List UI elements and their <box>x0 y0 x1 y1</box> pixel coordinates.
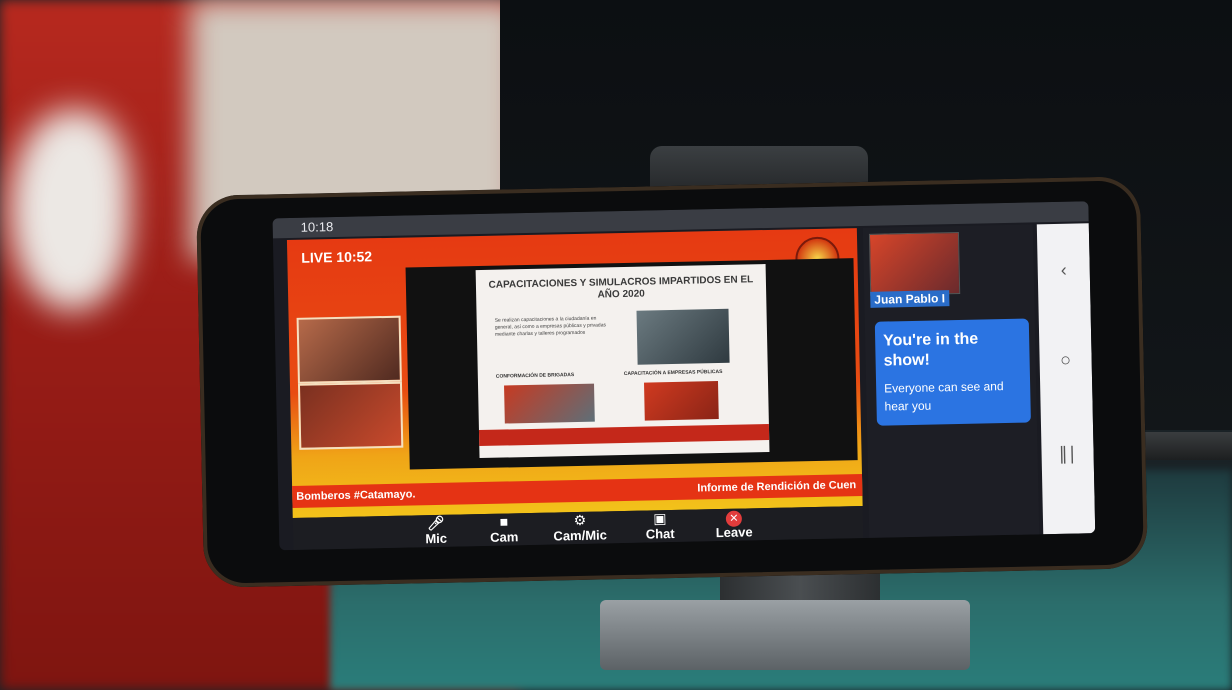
mic-button[interactable]: 🎤︎ Mic <box>405 514 468 547</box>
stream-ticker: Bomberos #Catamayo. Informe de Rendición… <box>292 474 863 508</box>
slide-photo-brigades <box>504 383 595 424</box>
live-badge: LIVE 10:52 <box>301 248 373 266</box>
presentation-slide: CAPACITACIONES Y SIMULACROS IMPARTIDOS E… <box>475 264 770 459</box>
tripod-head <box>600 600 970 670</box>
presenter-video-thumbnail <box>296 315 402 384</box>
on-stage-notification: You're in the show! Everyone can see and… <box>874 318 1031 426</box>
slide-subtitle-right: CAPACITACIÓN A EMPRESAS PÚBLICAS <box>623 368 723 378</box>
slide-title: CAPACITACIONES Y SIMULACROS IMPARTIDOS E… <box>488 274 754 301</box>
slide-photo-companies <box>644 381 719 421</box>
shared-screen: CAPACITACIONES Y SIMULACROS IMPARTIDOS E… <box>405 258 858 470</box>
recents-icon[interactable]: ∥∣ <box>1041 443 1093 465</box>
mic-icon: 🎤︎ <box>426 514 445 532</box>
tripod-arm <box>1140 432 1232 460</box>
android-nav-bar: ‹ ○ ∥∣ <box>1036 223 1096 535</box>
participant-name: Juan Pablo I <box>870 290 950 308</box>
camera-icon: ■ <box>499 513 509 530</box>
participants-panel: Juan Pablo I You're in the show! Everyon… <box>862 224 1040 538</box>
leave-label: Leave <box>715 524 753 541</box>
slide-subtitle-left: CONFORMACIÓN DE BRIGADAS <box>495 372 575 380</box>
status-time: 10:18 <box>300 219 334 235</box>
cam-mic-label: Cam/Mic <box>553 527 608 544</box>
gear-icon: ⚙ <box>573 511 587 529</box>
notification-title: You're in the show! <box>883 330 979 370</box>
chat-label: Chat <box>645 525 675 542</box>
ticker-left: Bomberos #Catamayo. <box>296 488 416 503</box>
mic-label: Mic <box>425 530 448 547</box>
phone-screen: 10:18 LIVE 10:52 CAPACITACIONES Y SIMULA… <box>272 201 1096 551</box>
leave-button[interactable]: ✕ Leave <box>703 508 766 541</box>
face-mask-blur <box>10 110 130 310</box>
live-stream-stage: LIVE 10:52 CAPACITACIONES Y SIMULACROS I… <box>286 228 863 518</box>
back-icon[interactable]: ‹ <box>1038 259 1090 281</box>
cam-label: Cam <box>489 529 519 545</box>
slide-photo-training <box>636 308 730 365</box>
smartphone: 10:18 LIVE 10:52 CAPACITACIONES Y SIMULA… <box>195 176 1149 588</box>
notification-message: Everyone can see and hear you <box>884 379 1004 414</box>
ticker-right: Informe de Rendición de Cuen <box>697 479 857 495</box>
chat-icon: ▣ <box>653 510 667 527</box>
cam-button[interactable]: ■ Cam <box>473 513 536 546</box>
cam-mic-settings-button[interactable]: ⚙ Cam/Mic <box>549 511 612 544</box>
participant-video[interactable] <box>868 231 961 296</box>
slide-banner <box>478 423 770 447</box>
home-icon[interactable]: ○ <box>1039 349 1091 371</box>
chat-button[interactable]: ▣ Chat <box>629 510 692 543</box>
slide-body: Se realizan capacitaciones a la ciudadan… <box>494 315 607 338</box>
room-video-thumbnail <box>297 381 404 450</box>
